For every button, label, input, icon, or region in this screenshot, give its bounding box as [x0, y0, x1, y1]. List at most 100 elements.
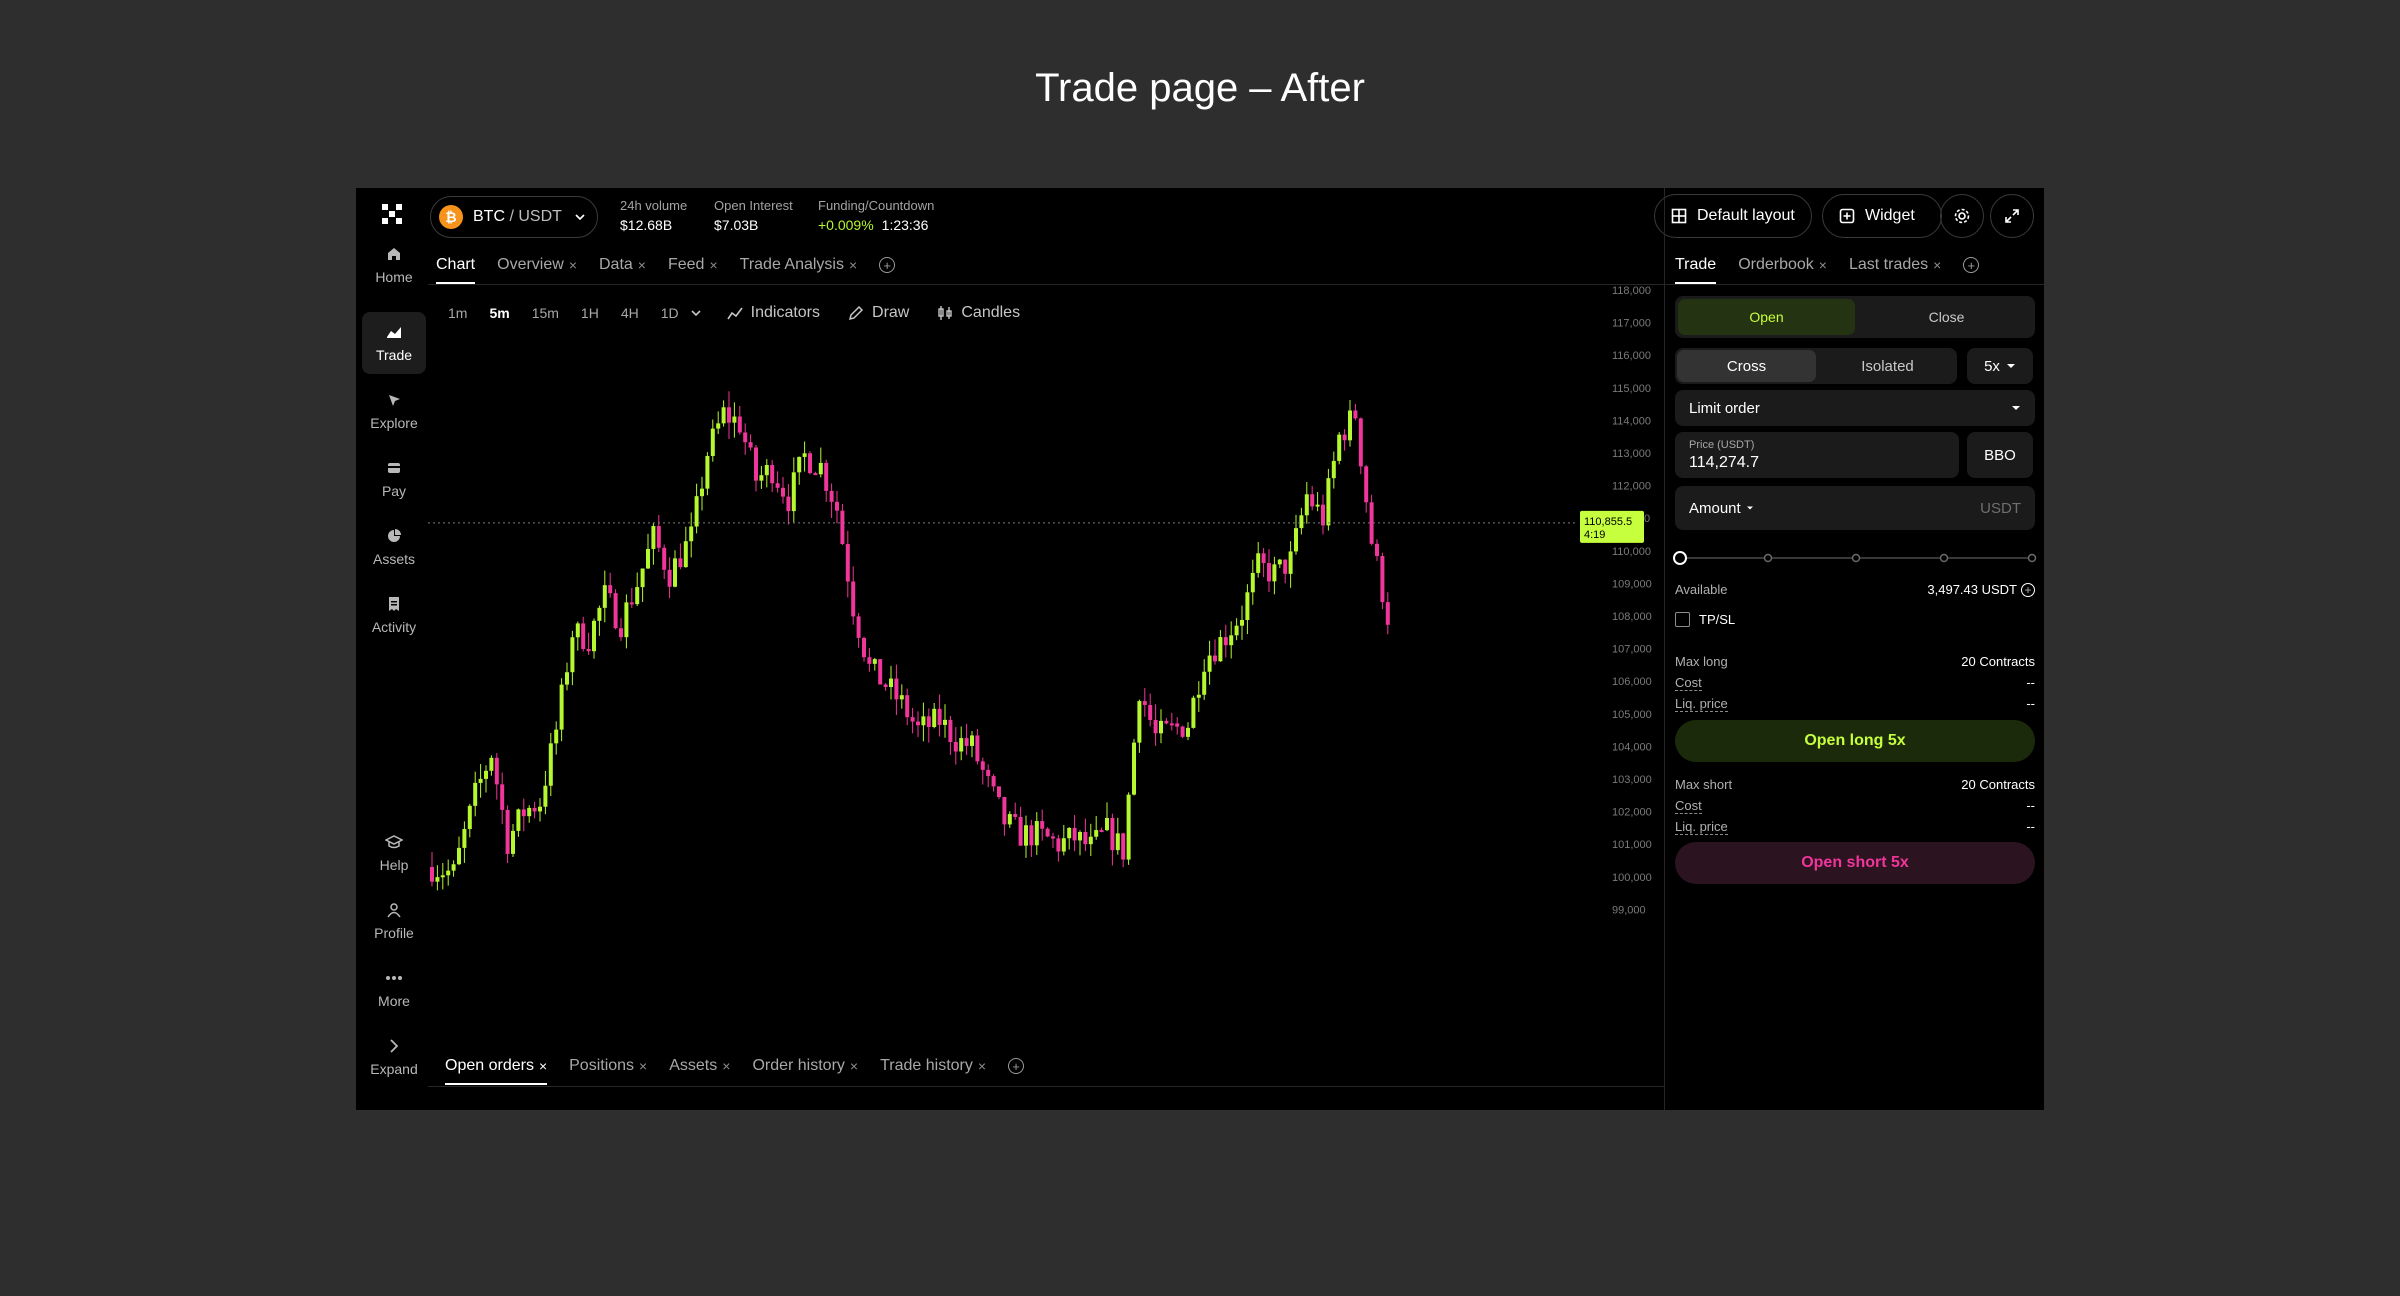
close-tab[interactable]: Close [1858, 296, 2035, 338]
candle-down [986, 769, 991, 777]
close-icon[interactable]: × [709, 257, 717, 273]
candle-down [1321, 504, 1325, 526]
nav-more[interactable]: More [362, 958, 426, 1020]
amount-slider[interactable] [1673, 550, 2039, 566]
close-icon[interactable]: × [978, 1058, 986, 1074]
nav-profile[interactable]: Profile [362, 890, 426, 952]
nav-explore[interactable]: Explore [362, 380, 426, 442]
candle-up [1304, 494, 1309, 516]
nav-pay[interactable]: Pay [362, 448, 426, 510]
price-input[interactable]: Price (USDT) 114,274.7 [1675, 432, 1959, 478]
tab-trade[interactable]: Trade [1675, 256, 1717, 284]
candle-down [948, 719, 953, 742]
amount-input[interactable]: Amount USDT [1675, 486, 2035, 530]
candle-down [975, 735, 980, 762]
add-funds-icon[interactable]: + [2021, 582, 2035, 597]
max-short-value: 20 Contracts [1961, 777, 2035, 792]
nav-help[interactable]: Help [362, 822, 426, 884]
close-icon[interactable]: × [638, 257, 646, 273]
amount-label[interactable]: Amount [1689, 500, 1741, 517]
candle-up [791, 472, 796, 512]
trade-panel-tabs: Trade Orderbook × Last trades × + [1675, 256, 1980, 284]
tab-trade-analysis[interactable]: Trade Analysis × [740, 256, 858, 274]
nav-home-label: Home [375, 269, 413, 285]
candle-up [959, 738, 964, 752]
tab-data[interactable]: Data × [599, 256, 646, 274]
stat-oi-label: Open Interest [714, 198, 793, 213]
tab-orderbook[interactable]: Orderbook × [1738, 256, 1827, 274]
nav-trade-label: Trade [375, 347, 413, 363]
bbo-label: BBO [1984, 446, 2016, 464]
close-icon[interactable]: × [569, 257, 577, 273]
y-tick-label: 103,000 [1612, 774, 1652, 786]
candle-down [1175, 723, 1180, 727]
candle-up [1299, 515, 1304, 529]
tab-assets[interactable]: Assets × [669, 1057, 730, 1075]
close-icon[interactable]: × [639, 1058, 647, 1074]
candle-down [662, 547, 667, 570]
x-tick-label: 10:00 [1068, 923, 1096, 924]
candle-down [629, 602, 634, 605]
open-long-button[interactable]: Open long 5x [1675, 720, 2035, 762]
tab-overview[interactable]: Overview × [497, 256, 577, 274]
tab-order-history[interactable]: Order history × [752, 1057, 858, 1075]
nav-expand[interactable]: Expand [362, 1026, 426, 1088]
candle-up [651, 526, 656, 549]
order-type-select[interactable]: Limit order [1675, 390, 2035, 426]
open-short-button[interactable]: Open short 5x [1675, 842, 2035, 884]
tab-last-trades[interactable]: Last trades × [1849, 256, 1941, 274]
candle-up [1007, 814, 1012, 825]
add-tab-icon[interactable]: + [879, 257, 896, 273]
add-tab-icon[interactable]: + [1963, 257, 1980, 273]
nav-activity[interactable]: Activity [362, 584, 426, 646]
close-icon[interactable]: × [722, 1058, 730, 1074]
candle-up [1272, 564, 1277, 582]
price-value: 114,274.7 [1689, 454, 1759, 471]
cross-mode[interactable]: Cross [1677, 350, 1816, 382]
close-icon[interactable]: × [539, 1058, 547, 1074]
nav-activity-label: Activity [371, 619, 417, 635]
close-icon[interactable]: × [850, 1058, 858, 1074]
price-countdown-label: 4:19 [1584, 529, 1605, 541]
y-tick-label: 113,000 [1612, 448, 1651, 460]
nav-trade[interactable]: Trade [362, 312, 426, 374]
tab-positions[interactable]: Positions × [569, 1057, 647, 1075]
candle-down [754, 447, 758, 481]
nav-assets[interactable]: Assets [362, 516, 426, 578]
open-tab[interactable]: Open [1678, 299, 1855, 335]
logo-icon[interactable] [380, 202, 404, 226]
candle-up [921, 716, 926, 726]
tab-trade-history[interactable]: Trade history × [880, 1057, 986, 1075]
candle-up [565, 672, 569, 685]
add-tab-icon[interactable]: + [1008, 1058, 1025, 1074]
caret-down-icon [1746, 506, 1753, 510]
candle-up [484, 770, 488, 779]
isolated-mode[interactable]: Isolated [1818, 348, 1957, 384]
slider-handle[interactable] [1673, 551, 1687, 565]
nav-home[interactable]: Home [362, 234, 426, 296]
candle-up [548, 743, 553, 786]
tab-feed[interactable]: Feed × [668, 256, 718, 274]
candle-up [1207, 655, 1212, 672]
candle-down [808, 453, 812, 474]
x-tick-label: 18:00 [1255, 923, 1283, 924]
pair-label: BTC / USDT [473, 208, 562, 225]
candle-up [435, 877, 440, 882]
bbo-button[interactable]: BBO [1967, 432, 2033, 478]
bottom-divider [428, 1086, 1664, 1087]
y-tick-label: 116,000 [1612, 350, 1651, 362]
tab-chart[interactable]: Chart [436, 256, 476, 284]
pair-selector[interactable]: ₿ BTC / USDT [430, 196, 598, 238]
close-icon[interactable]: × [1819, 257, 1827, 273]
leverage-select[interactable]: 5x [1967, 348, 2033, 384]
tpsl-checkbox[interactable]: TP/SL [1675, 612, 1735, 627]
x-tick-label: 2:00 [884, 923, 905, 924]
candle-up [1256, 553, 1261, 573]
tab-open-orders[interactable]: Open orders × [445, 1057, 548, 1085]
close-icon[interactable]: × [849, 257, 857, 273]
candlestick-chart[interactable]: 118,000 117,000 116,000 115,000 114,000 113,0… [428, 284, 1664, 924]
close-icon[interactable]: × [1933, 257, 1941, 273]
candle-up [597, 607, 602, 621]
candle-down [1051, 836, 1055, 839]
candle-up [543, 785, 548, 807]
